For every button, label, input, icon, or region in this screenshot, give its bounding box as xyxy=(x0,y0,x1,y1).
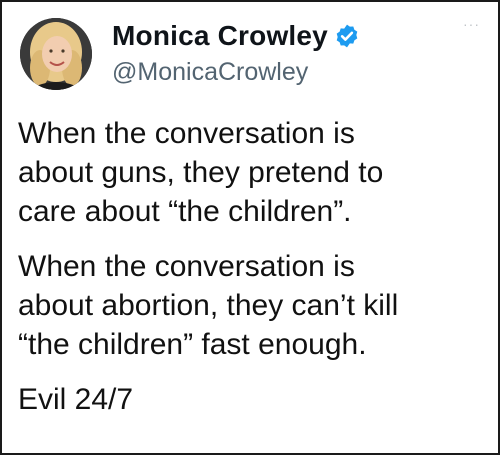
tweet-card: Monica Crowley @MonicaCrowley ··· When t… xyxy=(0,0,500,455)
tweet-paragraph-3: Evil 24/7 xyxy=(18,383,134,416)
user-handle[interactable]: @MonicaCrowley xyxy=(112,58,308,87)
tweet-paragraph-2: When the conversation is about abortion,… xyxy=(18,250,399,361)
verified-badge-icon xyxy=(336,24,358,48)
more-options-icon[interactable]: ··· xyxy=(463,16,480,32)
display-name[interactable]: Monica Crowley xyxy=(112,20,328,52)
avatar-image xyxy=(20,18,92,90)
tweet-paragraph-1: When the conversation is about guns, the… xyxy=(18,117,384,228)
tweet-header: Monica Crowley @MonicaCrowley ··· xyxy=(16,12,486,102)
tweet-text: When the conversation is about guns, the… xyxy=(18,114,488,419)
display-name-row: Monica Crowley xyxy=(112,18,360,54)
avatar[interactable] xyxy=(20,18,92,90)
